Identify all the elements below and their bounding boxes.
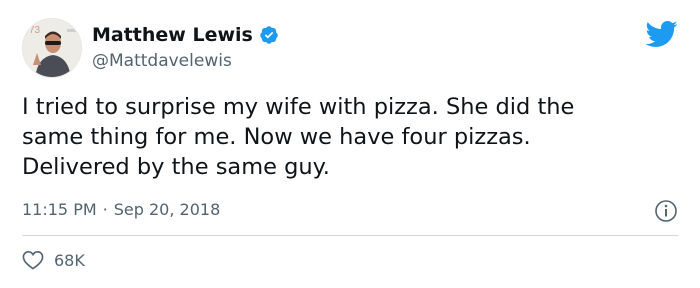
tweet-date: Sep 20, 2018 [113, 200, 221, 219]
heart-icon[interactable] [22, 250, 44, 270]
verified-badge-icon [260, 26, 278, 44]
author-display-name[interactable]: Matthew Lewis [92, 24, 253, 46]
avatar-photo: 73 [23, 19, 81, 77]
tweet-card: 73 Matthew Lewis @Mattdavelewis I tried … [0, 0, 700, 288]
info-icon[interactable] [654, 199, 678, 223]
name-row: Matthew Lewis [92, 24, 279, 46]
like-count: 68K [54, 250, 85, 270]
divider [22, 235, 678, 236]
svg-text:73: 73 [29, 25, 41, 36]
author-info: Matthew Lewis @Mattdavelewis [92, 24, 279, 71]
tweet-text: I tried to surprise my wife with pizza. … [22, 94, 575, 180]
author-handle[interactable]: @Mattdavelewis [92, 51, 279, 71]
tweet-time: 11:15 PM [22, 200, 97, 219]
timestamp-separator: · [102, 200, 108, 219]
tweet-timestamp[interactable]: 11:15 PM · Sep 20, 2018 [22, 199, 220, 221]
avatar[interactable]: 73 [22, 18, 82, 78]
like-action[interactable]: 68K [22, 250, 85, 270]
twitter-bird-icon[interactable] [644, 20, 678, 48]
